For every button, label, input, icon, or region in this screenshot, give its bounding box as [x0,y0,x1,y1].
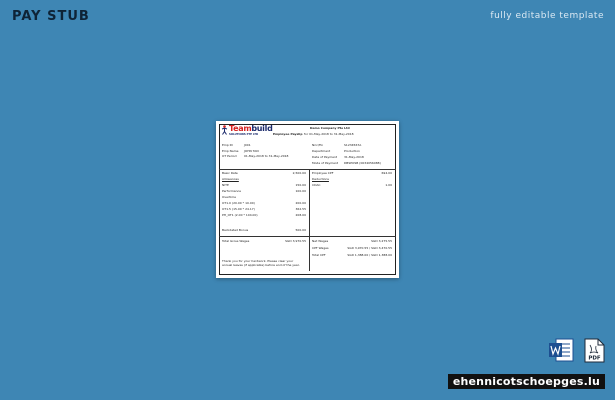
employee-cpf-value: 694.00 [381,171,393,175]
net-wages-value: SGD 3,275.55 [371,239,392,243]
deduction-label: CDAC [312,183,321,187]
info-value: J001 [244,143,251,147]
pdf-icon[interactable]: PDF [584,338,605,363]
basic-rate-label: Basic Rate [222,171,238,175]
table-center-rule [309,169,310,271]
deductions-heading: Deductions [312,177,329,181]
logo-tagline: SOLUTIONS PTE LTD [229,133,259,136]
info-label: Mode of Payment [312,161,339,165]
info-label: Department [312,149,331,153]
pdf-icon-label: PDF [588,356,601,362]
info-value: S1234567A [344,143,362,147]
total-cpf-label: Total CPF [312,253,326,257]
total-cpf-value: SGD 1,388.00 / SGD 1,388.00 [347,253,392,257]
info-label: Emp Name [222,149,239,153]
info-label: Nric/Fin [312,143,324,147]
info-value: Production [344,149,360,153]
bonus-value: 500.00 [295,228,307,232]
overtime-heading: Overtime [222,195,236,199]
payslip-document: Teambuild SOLUTIONS PTE LTD Demo Company… [216,121,399,278]
cpf-wages-value: SGD 3,970.55 / SGD 3,470.55 [347,246,392,250]
company-name: Demo Company Pte Ltd [310,126,350,130]
gross-wages-label: Total Gross Wages [222,239,250,243]
info-value: 01-May-2018 to 31-May-2018 [244,154,289,158]
net-wages-label: Net Wages [312,239,329,243]
watermark: ehennicotschoepges.lu [447,374,605,389]
payslip-note-line: annual leaves (if applicable) before end… [222,263,300,267]
info-label: Date of Payment [312,155,338,159]
overtime-value: 208.00 [295,213,307,217]
info-value: JOHN TAN [244,149,259,153]
payslip-label: Employee Payslip [273,132,303,136]
table-top-rule [219,169,396,170]
basic-rate-value: 2,500.00 [292,171,306,175]
bonus-label: Backdated Bonus [222,228,249,232]
allowances-heading: Allowances [222,177,239,181]
page-subtitle: fully editable template [490,11,604,21]
info-value: 31-May-2018 [344,155,364,159]
page-title: PAY STUB [12,9,90,24]
allowance-value: 100.00 [295,189,307,193]
payslip-period: for 01-May-2018 to 31-May-2018 [304,132,354,136]
overtime-value: 362.55 [295,207,307,211]
cpf-wages-label: CPF Wages [312,246,329,250]
table-totals-rule [219,236,396,237]
info-label: OT Period [222,154,237,158]
info-value: DBSPOSB (0034056088) [344,161,381,165]
overtime-label: OT1.0 (20.00 * 10.00) [222,201,255,205]
overtime-value: 200.00 [295,201,307,205]
logo-figure-icon [221,125,228,135]
word-icon[interactable] [548,338,575,362]
info-label: Emp ID [222,143,233,147]
gross-wages-value: SGD 3,970.55 [285,239,306,243]
deduction-value: 1.00 [385,183,392,187]
employee-cpf-label: Employee CPF [312,171,334,175]
logo-wordmark: Teambuild [229,124,273,133]
overtime-label: OT1.5 (15.00 * 24.17) [222,207,255,211]
allowance-value: 150.00 [295,183,307,187]
company-logo: Teambuild SOLUTIONS PTE LTD [220,124,273,137]
allowance-label: Performance [222,189,242,193]
allowance-label: NITE [222,183,229,187]
overtime-label: PH_OT1 (2.00 * 104.00) [222,213,258,217]
